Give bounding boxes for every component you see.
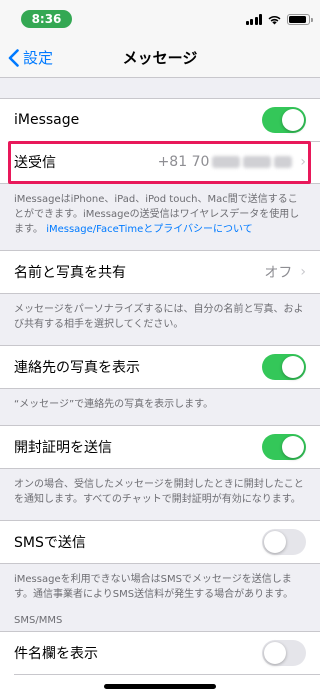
- contact-photos-label: 連絡先の写真を表示: [14, 360, 140, 376]
- read-receipts-group: 開封証明を送信: [0, 425, 320, 469]
- read-receipts-label: 開封証明を送信: [14, 440, 112, 456]
- partial-row: [0, 674, 320, 692]
- imessage-footer: iMessageはiPhone、iPad、iPod touch、Mac間で送信す…: [0, 184, 320, 250]
- contact-photos-footer: “メッセージ”で連絡先の写真を表示します。: [14, 399, 214, 410]
- highlight-box: [8, 141, 311, 184]
- navigation-bar: 設定 メッセージ: [0, 36, 320, 78]
- subject-field-toggle[interactable]: [262, 640, 306, 666]
- sms-toggle[interactable]: [262, 529, 306, 555]
- imessage-label: iMessage: [14, 112, 80, 128]
- contact-photos-group: 連絡先の写真を表示: [0, 345, 320, 389]
- status-icons: [245, 11, 313, 27]
- sms-group: SMSで送信: [0, 520, 320, 564]
- subject-field-row: 件名欄を表示: [0, 632, 320, 674]
- home-indicator[interactable]: [104, 684, 216, 689]
- imessage-toggle[interactable]: [262, 107, 306, 133]
- cellular-signal-icon: [245, 13, 262, 25]
- battery-icon: [287, 13, 313, 25]
- sms-row: SMSで送信: [0, 521, 320, 563]
- status-time[interactable]: 8:36: [21, 10, 72, 28]
- page-title: メッセージ: [122, 49, 198, 67]
- sms-mms-group: 件名欄を表示: [0, 631, 320, 692]
- chevron-right-icon: ›: [300, 264, 306, 280]
- share-name-row[interactable]: 名前と写真を共有 オフ ›: [0, 251, 320, 293]
- read-receipts-footer: オンの場合、受信したメッセージを開封したときに開封したことを通知します。すべての…: [14, 479, 304, 505]
- privacy-link[interactable]: iMessage/FaceTimeとプライバシーについて: [46, 224, 253, 235]
- share-name-value: オフ: [264, 265, 293, 281]
- wifi-icon: [268, 15, 281, 24]
- imessage-row: iMessage: [0, 99, 320, 141]
- contact-photos-row: 連絡先の写真を表示: [0, 346, 320, 388]
- sms-footer: iMessageを利用できない場合はSMSでメッセージを送信します。通信事業者に…: [14, 574, 294, 600]
- contact-photos-toggle[interactable]: [262, 354, 306, 380]
- read-receipts-row: 開封証明を送信: [0, 426, 320, 468]
- read-receipts-toggle[interactable]: [262, 434, 306, 460]
- subject-field-label: 件名欄を表示: [14, 646, 98, 662]
- share-name-footer: メッセージをパーソナライズするには、自分の名前と写真、および共有する相手を選択し…: [14, 304, 304, 330]
- sms-label: SMSで送信: [14, 535, 86, 551]
- share-name-label: 名前と写真を共有: [14, 265, 126, 281]
- status-bar: 8:36: [0, 0, 320, 36]
- sms-mms-header: SMS/MMS: [14, 615, 63, 626]
- share-name-group: 名前と写真を共有 オフ ›: [0, 250, 320, 294]
